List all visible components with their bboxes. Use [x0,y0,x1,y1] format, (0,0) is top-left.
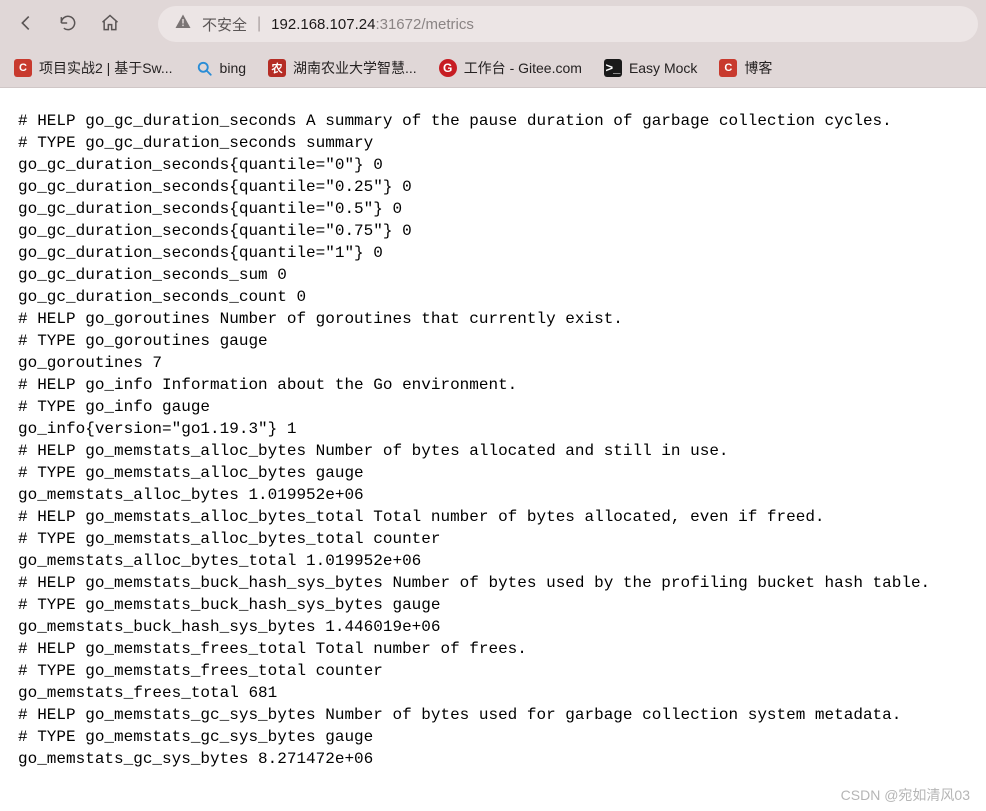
metrics-output: # HELP go_gc_duration_seconds A summary … [18,110,968,770]
bookmark-item[interactable]: C 项目实战2 | 基于Sw... [14,58,173,78]
hunau-icon: 农 [268,59,286,77]
bookmark-label: 工作台 - Gitee.com [464,58,582,78]
url-host: 192.168.107.24 [271,16,375,33]
home-button[interactable] [92,6,128,42]
insecure-warning-icon [174,13,192,35]
bookmark-item[interactable]: G 工作台 - Gitee.com [439,58,582,78]
bookmark-label: 博客 [744,58,772,78]
bookmark-label: Easy Mock [629,60,697,76]
csdn-icon: C [14,59,32,77]
bookmark-label: 项目实战2 | 基于Sw... [39,58,173,78]
reload-icon [58,13,78,36]
reload-button[interactable] [50,6,86,42]
bookmark-item[interactable]: 农湖南农业大学智慧... [268,58,417,78]
bookmark-label: 湖南农业大学智慧... [293,58,417,78]
watermark: CSDN @宛如清风03 [841,785,970,805]
bookmark-item[interactable]: >_ Easy Mock [604,59,697,77]
easymock-icon: >_ [604,59,622,77]
address-separator: | [257,15,261,33]
csdn-icon: C [719,59,737,77]
back-button[interactable] [8,6,44,42]
page-content: # HELP go_gc_duration_seconds A summary … [0,88,986,811]
browser-toolbar: 不安全 | 192.168.107.24:31672/metrics [0,0,986,48]
url-port-path: :31672/metrics [375,16,473,33]
gitee-icon: G [439,59,457,77]
insecure-label: 不安全 [202,14,247,35]
bookmarks-bar: C 项目实战2 | 基于Sw... bing 农湖南农业大学智慧... G 工作台 - G… [0,48,986,88]
bookmark-item[interactable]: bing [195,59,246,77]
url-text: 192.168.107.24:31672/metrics [271,16,474,33]
bing-icon [195,59,213,77]
arrow-left-icon [15,12,37,37]
home-icon [100,13,120,36]
address-bar[interactable]: 不安全 | 192.168.107.24:31672/metrics [158,6,978,42]
bookmark-item[interactable]: C 博客 [719,58,772,78]
bookmark-label: bing [220,60,246,76]
